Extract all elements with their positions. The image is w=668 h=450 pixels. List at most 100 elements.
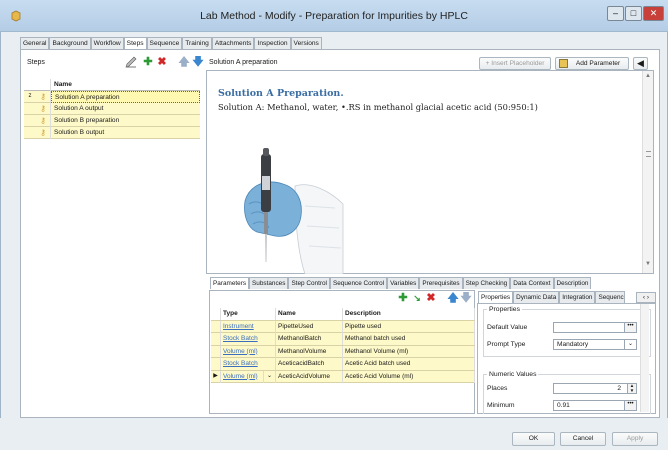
add-parameter-icon[interactable]: ✚	[397, 292, 409, 304]
step-name: Solution B output	[54, 129, 105, 136]
chevron-down-icon[interactable]: ⌄	[624, 340, 636, 349]
parameter-row[interactable]: Volume (ml) MethanolVolume Methanol Volume…	[211, 345, 475, 358]
tab-step-control[interactable]: Step Control	[288, 277, 330, 289]
apply-button[interactable]: Apply	[612, 432, 658, 446]
parameter-description: Pipette used	[343, 320, 475, 333]
parameter-name: PipetteUsed	[276, 320, 343, 333]
param-move-up-icon[interactable]: 🡅	[447, 292, 459, 304]
ellipsis-button[interactable]: •••	[624, 323, 636, 332]
parameter-row[interactable]: Stock Batch AceticacidBatch Acetic Acid ba…	[211, 358, 475, 371]
tab-substances[interactable]: Substances	[249, 277, 289, 289]
parameter-type-link[interactable]: Stock Batch	[221, 333, 276, 345]
minimize-button[interactable]: –	[607, 6, 624, 21]
tab-sequence-control[interactable]: Sequence Control	[329, 277, 388, 289]
prop-tab-properties[interactable]: Properties	[478, 291, 514, 303]
minimum-ellipsis-button[interactable]: •••	[624, 401, 636, 410]
step-row[interactable]: ⚷ Solution B preparation	[24, 115, 200, 127]
row-marker	[24, 127, 36, 139]
document-body: Solution A: Methanol, water, •.RS in met…	[218, 102, 538, 112]
tab-training[interactable]: Training	[182, 37, 212, 49]
tab-parameters[interactable]: Parameters	[210, 277, 250, 289]
back-arrow-button[interactable]: ◀	[633, 57, 648, 70]
parameter-description: Methanol Volume (ml)	[343, 345, 475, 358]
row-marker: ᴢ	[28, 93, 32, 99]
parameters-table: Type Name Description Instrument PipetteU…	[211, 308, 475, 383]
parameter-row[interactable]: Instrument PipetteUsed Pipette used	[211, 320, 475, 333]
step-name: Solution A output	[54, 105, 104, 112]
tab-versions[interactable]: Versions	[290, 37, 322, 49]
row-marker	[24, 115, 36, 127]
scroll-up-icon[interactable]: ▲	[645, 73, 651, 79]
key-icon: ⚷	[36, 127, 51, 139]
document-scrollbar[interactable]: ▲ ▼	[642, 71, 653, 273]
add-parameter-button[interactable]: Add Parameter	[555, 57, 629, 70]
param-move-down-icon[interactable]: 🡇	[460, 292, 472, 304]
ok-button[interactable]: OK	[512, 432, 555, 446]
step-name: Solution A preparation	[51, 91, 200, 103]
parameter-type-link[interactable]: Volume (ml)	[221, 370, 264, 383]
insert-placeholder-button[interactable]: + Insert Placeholder	[479, 57, 551, 70]
close-button[interactable]: ✕	[643, 6, 664, 21]
numeric-group-title: Numeric Values	[487, 371, 539, 378]
tab-inspection[interactable]: Inspection	[254, 37, 291, 49]
default-value-label: Default Value	[487, 324, 528, 331]
description-column-header: Description	[343, 308, 475, 320]
delete-parameter-icon[interactable]: ✖	[425, 292, 437, 304]
step-name: Solution B preparation	[54, 117, 120, 124]
maximize-button[interactable]: □	[625, 6, 642, 21]
parameter-name: AceticacidBatch	[276, 358, 343, 370]
prop-tab-integration[interactable]: Integration	[559, 291, 596, 303]
main-tabs: General Background Workflow Steps Sequence Tr…	[20, 37, 322, 50]
parameter-row[interactable]: ▶ Volume (ml) ⌄ AceticAcidVolume Acetic Acid…	[211, 370, 475, 383]
places-label: Places	[487, 385, 508, 392]
add-parameter-label: Add Parameter	[575, 60, 621, 67]
tab-step-checking[interactable]: Step Checking	[462, 277, 511, 289]
delete-step-icon[interactable]: ✖	[156, 56, 168, 68]
pipette-image	[235, 146, 345, 275]
tab-workflow[interactable]: Workflow	[90, 37, 124, 49]
step-row[interactable]: ⚷ Solution B output	[24, 127, 200, 139]
stepper-arrows-icon[interactable]: ▲ ▼	[627, 383, 636, 393]
move-up-icon[interactable]: 🡅	[178, 56, 190, 68]
type-dropdown-icon[interactable]: ⌄	[264, 370, 276, 383]
step-row[interactable]: ᴢ ⚷ Solution A preparation	[24, 91, 200, 103]
window-title: Lab Method - Modify - Preparation for Im…	[200, 10, 468, 22]
parameter-icon	[559, 59, 568, 68]
steps-header-row: Name	[24, 79, 200, 91]
key-icon: ⚷	[36, 103, 51, 115]
row-indicator	[211, 333, 221, 345]
scroll-down-icon[interactable]: ▼	[645, 261, 651, 267]
parameter-type-link[interactable]: Instrument	[221, 320, 276, 333]
properties-group-title: Properties	[487, 306, 522, 313]
parameter-type-link[interactable]: Volume (ml)	[221, 345, 276, 358]
property-tabs: Properties Dynamic Data Integration Sequenc…	[478, 291, 626, 303]
parameter-name: MethanolVolume	[276, 345, 343, 358]
parameter-description: Acetic Acid Volume (ml)	[343, 370, 475, 383]
cancel-button[interactable]: Cancel	[560, 432, 606, 446]
tab-sequence[interactable]: Sequence	[146, 37, 183, 49]
tab-general[interactable]: General	[20, 37, 50, 49]
move-down-icon[interactable]: 🡇	[192, 56, 204, 68]
tab-background[interactable]: Background	[49, 37, 91, 49]
parameter-name: MethanolBatch	[276, 333, 343, 345]
tab-data-context[interactable]: Data Context	[510, 277, 554, 289]
name-column-header: Name	[276, 308, 343, 320]
tab-description[interactable]: Description	[553, 277, 592, 289]
tab-prerequisites[interactable]: Prerequisites	[419, 277, 463, 289]
add-step-icon[interactable]: ✚	[142, 56, 154, 68]
properties-scrollbar[interactable]	[640, 304, 649, 412]
scroll-thumb[interactable]	[646, 151, 651, 157]
key-icon: ⚷	[36, 115, 51, 127]
edit-icon[interactable]	[125, 56, 137, 68]
tab-scroll-arrows[interactable]: ‹ ›	[636, 292, 656, 303]
step-row[interactable]: ⚷ Solution A output	[24, 103, 200, 115]
prop-tab-sequence[interactable]: Sequence	[595, 291, 626, 303]
places-stepper[interactable]: 2	[553, 383, 637, 394]
parameter-row[interactable]: Stock Batch MethanolBatch Methanol batch u…	[211, 333, 475, 346]
tab-variables[interactable]: Variables	[387, 277, 420, 289]
insert-parameter-icon[interactable]: ↘	[411, 292, 423, 304]
parameter-type-link[interactable]: Stock Batch	[221, 358, 276, 370]
row-marker	[24, 103, 36, 115]
tab-attachments[interactable]: Attachments	[211, 37, 255, 49]
prop-tab-dynamic-data[interactable]: Dynamic Data	[513, 291, 560, 303]
